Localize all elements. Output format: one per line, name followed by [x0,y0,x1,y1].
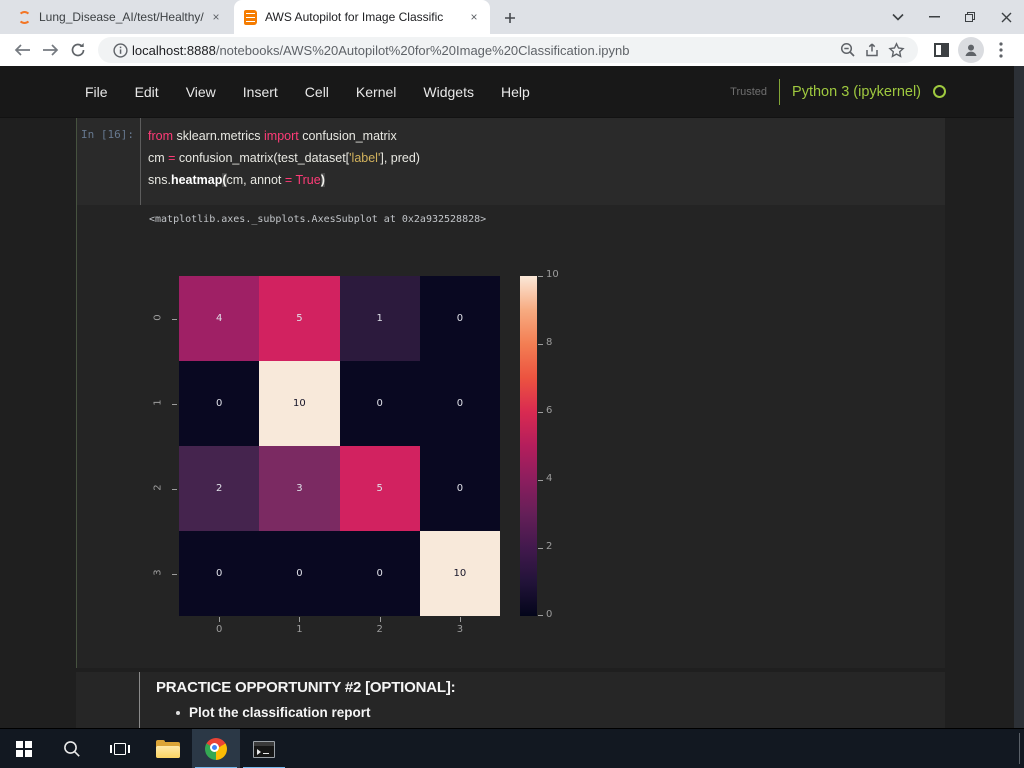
terminal-icon [253,740,275,758]
divider [779,78,781,105]
menu-cell[interactable]: Cell [305,84,329,100]
jupyter-menubar: File Edit View Insert Cell Kernel Widgets Help … [0,66,1024,118]
markdown-gutter [76,672,140,728]
windows-logo-icon [16,741,32,757]
cell-prompt-column: In [16]: [77,118,141,205]
search-icon [64,741,80,757]
avatar-icon [958,37,984,63]
desktop: Lung_Disease_AI/test/Healthy/ × AWS Auto… [0,0,1024,768]
tab-search-button[interactable] [880,0,916,34]
chrome-icon [205,738,227,760]
menubar-items: File Edit View Insert Cell Kernel Widgets Help [85,84,730,100]
bookmark-star-icon[interactable] [884,38,908,62]
show-desktop-button[interactable] [1019,733,1020,764]
menu-insert[interactable]: Insert [243,84,278,100]
command-prompt-button[interactable] [240,729,288,768]
url-text[interactable]: localhost:8888/notebooks/AWS%20Autopilot… [132,43,836,58]
scrollbar[interactable] [1014,66,1024,728]
back-button[interactable] [8,36,36,64]
side-panel-button[interactable] [926,36,956,64]
code-line: cm = confusion_matrix(test_dataset['labe… [148,151,420,165]
url-path: /notebooks/AWS%20Autopilot%20for%20Image… [215,42,630,58]
trusted-badge: Trusted [730,85,768,98]
task-view-button[interactable] [96,729,144,768]
browser-menu-button[interactable] [986,36,1016,64]
bullet-item: Plot the classification report [156,705,945,720]
menu-kernel[interactable]: Kernel [356,84,396,100]
markdown-cell[interactable]: PRACTICE OPPORTUNITY #2 [OPTIONAL]: Plot… [76,672,945,728]
overflow-menu-icon [999,42,1003,58]
reload-icon [71,43,85,57]
zoom-indicator-icon[interactable] [836,38,860,62]
side-panel-icon [933,43,949,57]
menu-widgets[interactable]: Widgets [423,84,474,100]
profile-button[interactable] [956,36,986,64]
plus-icon [505,13,515,23]
start-button[interactable] [0,729,48,768]
browser-titlebar: Lung_Disease_AI/test/Healthy/ × AWS Auto… [0,0,1024,34]
minimize-button[interactable] [916,0,952,34]
close-window-button[interactable] [988,0,1024,34]
forward-button[interactable] [36,36,64,64]
practice-heading: PRACTICE OPPORTUNITY #2 [OPTIONAL]: [156,679,456,696]
code-lines: from sklearn.metrics import confusion_ma… [148,125,945,191]
tab-close-icon[interactable]: × [466,9,482,25]
notebook-page: File Edit View Insert Cell Kernel Widgets Help … [0,66,1024,728]
cell-output-area: <matplotlib.axes._subplots.AxesSubplot a… [76,205,945,668]
minimize-icon [928,16,940,18]
menu-edit[interactable]: Edit [135,84,159,100]
chevron-down-icon [892,13,904,21]
file-explorer-button[interactable] [144,729,192,768]
menubar-status: Trusted Python 3 (ipykernel) [730,78,946,105]
input-prompt: In [16]: [81,128,134,141]
browser-tab-1[interactable]: Lung_Disease_AI/test/Healthy/ × [8,0,232,34]
url-host: localhost:8888 [132,42,216,58]
folder-icon [156,740,180,758]
jupyter-spinner-icon [18,10,31,24]
menu-help[interactable]: Help [501,84,530,100]
kernel-status-icon [933,85,946,98]
new-tab-button[interactable] [498,6,522,30]
notebook-favicon-icon [244,9,257,25]
close-icon [1001,12,1011,22]
address-bar[interactable]: localhost:8888/notebooks/AWS%20Autopilot… [98,37,918,63]
menu-view[interactable]: View [186,84,216,100]
maximize-button[interactable] [952,0,988,34]
taskbar [0,728,1024,768]
task-view-icon [110,742,130,756]
tab-title: Lung_Disease_AI/test/Healthy/ [39,10,204,24]
menu-file[interactable]: File [85,84,108,100]
code-line: from sklearn.metrics import confusion_ma… [148,129,397,143]
kernel-name[interactable]: Python 3 (ipykernel) [792,84,921,100]
back-arrow-icon [14,44,30,56]
code-line: sns.heatmap(cm, annot = True) [148,173,325,187]
output-repr-text: <matplotlib.axes._subplots.AxesSubplot a… [149,214,487,225]
code-cell[interactable]: In [16]: from sklearn.metrics import con… [76,118,945,205]
markdown-bullets: Plot the classification report [156,705,945,720]
browser-toolbar: localhost:8888/notebooks/AWS%20Autopilot… [0,34,1024,66]
page-info-icon[interactable] [108,38,132,62]
markdown-body: PRACTICE OPPORTUNITY #2 [OPTIONAL]: Plot… [140,672,945,728]
reload-button[interactable] [64,36,92,64]
browser-tab-2[interactable]: AWS Autopilot for Image Classific × [234,0,490,34]
forward-arrow-icon [42,44,58,56]
window-controls [880,0,1024,34]
code-editor[interactable]: from sklearn.metrics import confusion_ma… [141,118,945,205]
tab-close-icon[interactable]: × [208,9,224,25]
share-icon[interactable] [860,38,884,62]
chrome-taskbar-button[interactable] [192,729,240,768]
taskbar-search-button[interactable] [48,729,96,768]
tab-title: AWS Autopilot for Image Classific [265,10,444,24]
restore-icon [965,12,975,22]
